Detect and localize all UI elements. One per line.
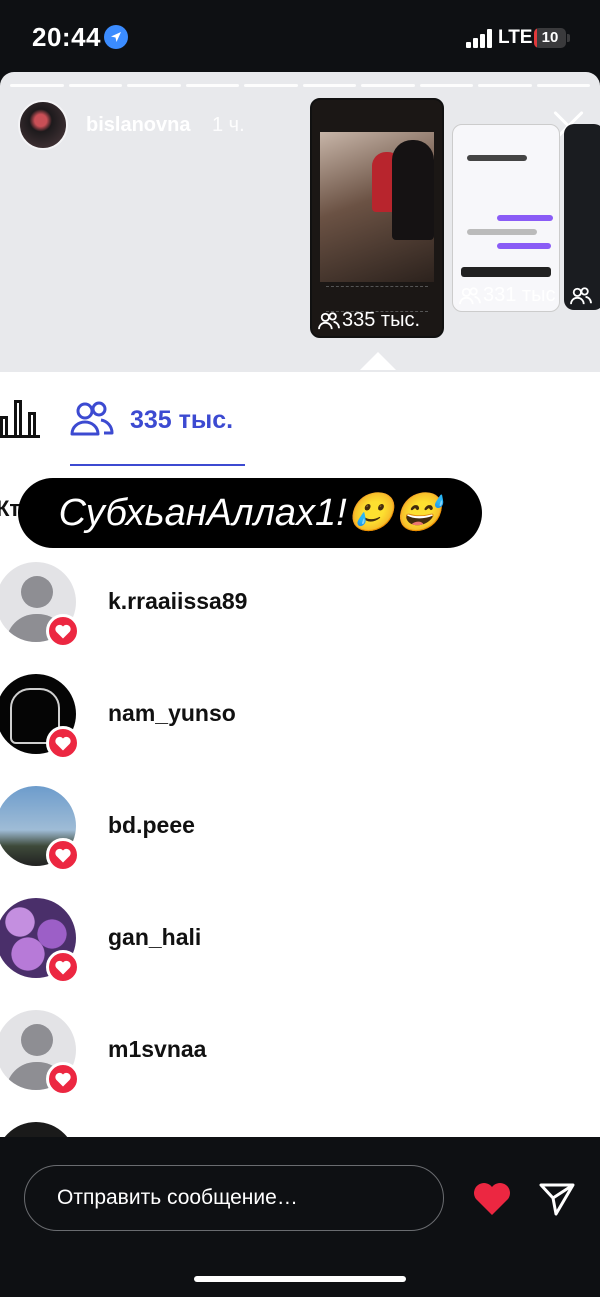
- battery-tip: [567, 34, 570, 42]
- viewer-row[interactable]: gan_hali: [0, 898, 600, 998]
- viewers-icon: [459, 286, 481, 304]
- viewers-tab[interactable]: 335 тыс.: [70, 392, 245, 466]
- battery-icon: 10: [534, 28, 566, 48]
- status-bar: 20:44 LTE 10: [0, 0, 600, 72]
- thumbnail-views: 331 тыс: [459, 284, 555, 307]
- story-thumbnail-next[interactable]: 331 тыс: [452, 124, 560, 312]
- viewers-sheet: 335 тыс. Кт СубхьанАллах1!🥲😅 k.rraaiissa…: [0, 372, 600, 1137]
- viewer-username[interactable]: k.rraaiissa89: [108, 588, 247, 615]
- story-author-username[interactable]: bislanovna: [86, 114, 190, 137]
- home-indicator: [194, 1276, 406, 1282]
- thumbnail-pointer: [360, 352, 396, 370]
- viewer-row[interactable]: nam_yunso: [0, 674, 600, 774]
- viewer-username[interactable]: nam_yunso: [108, 700, 236, 727]
- sheet-tabs: 335 тыс.: [0, 372, 600, 466]
- cellular-signal-icon: [466, 28, 494, 48]
- message-composer-bar: Отправить сообщение…: [0, 1137, 600, 1297]
- viewer-avatar[interactable]: [0, 1122, 76, 1137]
- viewers-icon: [70, 401, 114, 436]
- location-arrow-icon: [104, 25, 128, 49]
- heart-icon: [46, 950, 80, 984]
- send-icon[interactable]: [538, 1181, 576, 1217]
- story-progress-bar: [10, 84, 590, 87]
- clock: 20:44: [32, 22, 101, 52]
- story-thumbnail-later[interactable]: [564, 124, 600, 310]
- story-header: bislanovna 1 ч. 335 тыс. 331 тыс: [0, 72, 600, 372]
- network-type: LTE: [498, 27, 533, 48]
- viewer-row[interactable]: [0, 1122, 600, 1137]
- story-timestamp: 1 ч.: [212, 114, 245, 136]
- viewers-icon: [570, 287, 592, 305]
- viewers-count: 335 тыс.: [130, 406, 234, 434]
- viewers-icon: [318, 311, 340, 329]
- message-placeholder: Отправить сообщение…: [57, 1186, 298, 1209]
- text-overlay-caption: СубхьанАллах1!🥲😅: [18, 478, 482, 548]
- viewer-row[interactable]: m1svnaa: [0, 1010, 600, 1110]
- heart-icon: [46, 838, 80, 872]
- thumbnail-views: 335 тыс.: [318, 309, 420, 332]
- battery-level: 10: [541, 29, 559, 46]
- heart-icon: [46, 726, 80, 760]
- heart-icon: [46, 1062, 80, 1096]
- insights-tab[interactable]: [0, 398, 40, 438]
- viewer-username[interactable]: gan_hali: [108, 924, 201, 951]
- story-thumbnail-current[interactable]: 335 тыс.: [310, 98, 444, 338]
- thumbnail-views: [570, 286, 594, 306]
- story-author-avatar[interactable]: [18, 100, 68, 150]
- like-heart-icon[interactable]: [472, 1181, 512, 1217]
- viewer-row[interactable]: k.rraaiissa89: [0, 562, 600, 662]
- heart-icon: [46, 614, 80, 648]
- viewer-username[interactable]: bd.peee: [108, 812, 195, 839]
- viewer-username[interactable]: m1svnaa: [108, 1036, 206, 1063]
- message-input[interactable]: Отправить сообщение…: [24, 1165, 444, 1231]
- viewer-row[interactable]: bd.peee: [0, 786, 600, 886]
